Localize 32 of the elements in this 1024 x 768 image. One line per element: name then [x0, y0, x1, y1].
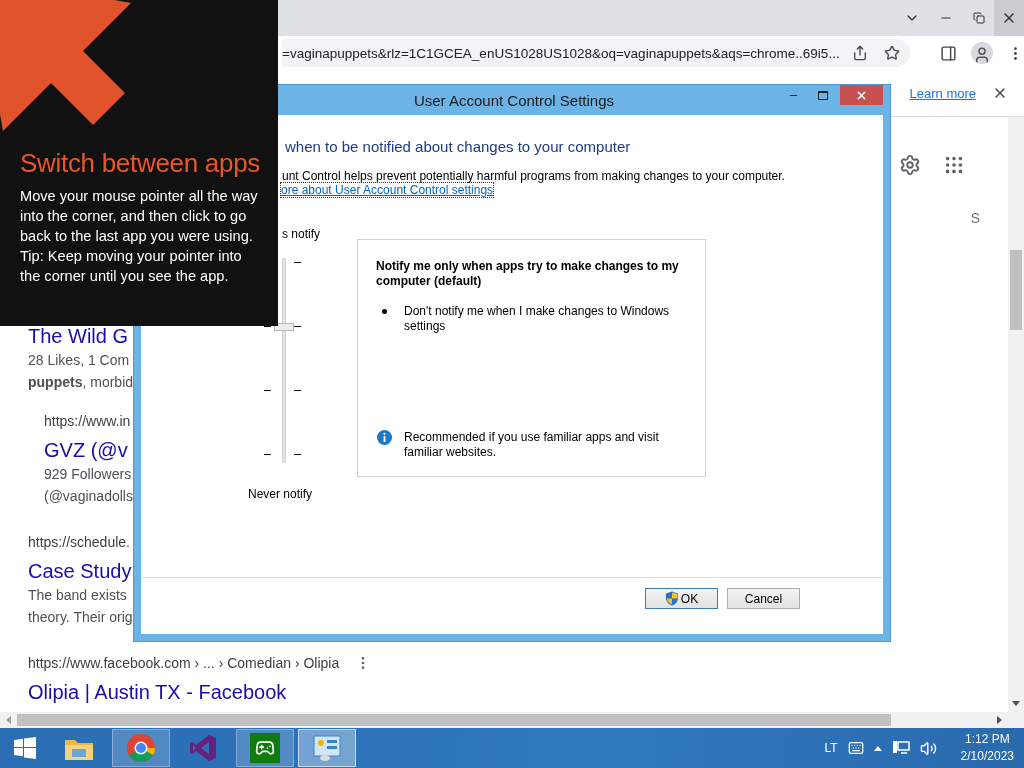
clock[interactable]: 1:12 PM 2/10/2023 [960, 731, 1014, 765]
slider-bottom-label: Never notify [248, 487, 313, 501]
result-snippet: The band exists [28, 586, 127, 605]
address-bar[interactable]: =vaginapuppets&rlz=1C1GCEA_enUS1028US1028&oq=vaginapuppets&aqs=chrome..69i5... [282, 39, 910, 67]
dialog-title: User Account Control Settings [412, 91, 616, 109]
dialog-heading: when to be notified about changes to your computer [285, 138, 631, 155]
tip-text: Move your mouse pointer all the way into the corner, and then click to go back to the last app you were using. [20, 187, 259, 246]
cancel-button[interactable]: Cancel [727, 588, 800, 609]
tab-label: S [970, 210, 980, 226]
language-indicator[interactable]: LT [824, 741, 838, 755]
result-snippet: 28 Likes, 1 Com [28, 351, 130, 370]
tip-text: Tip: Keep moving your pointer into the corner until you see the app. [20, 247, 243, 286]
level-title: Notify me only when apps try to make changes to my computer (default) [376, 259, 680, 289]
ok-button[interactable]: OK [645, 588, 718, 609]
result-url: https://schedule. [28, 533, 130, 552]
result-url: https://www.in [44, 412, 131, 431]
learn-more-link[interactable]: Learn more [909, 85, 976, 101]
settings-link[interactable]: ore about User Account Control settings [281, 183, 494, 197]
result-snippet: theory. Their orig [28, 608, 133, 627]
description-text: unt Control helps prevent potentially harmful programs from making changes to your computer. [282, 169, 785, 183]
result-title[interactable]: Olipia | Austin TX - Facebook [28, 679, 287, 705]
result-url: https://www.facebook.com › ... › Comedian › Olipia [28, 654, 340, 673]
slider-top-label: s notify [282, 227, 320, 241]
result-title[interactable]: Case Study [28, 558, 132, 584]
tip-title: Switch between apps [20, 148, 261, 179]
bullet-text: Don't notify me when I make changes to Windows settings [404, 304, 671, 334]
result-title[interactable]: GVZ (@v [44, 437, 128, 463]
result-snippet: (@vaginadolls [44, 487, 133, 506]
result-snippet: puppets, morbid [28, 373, 134, 392]
result-title[interactable]: The Wild G [28, 323, 129, 349]
recommendation-text: Recommended if you use familiar apps and visit familiar websites. [404, 430, 660, 460]
result-snippet: 929 Followers [44, 465, 132, 484]
